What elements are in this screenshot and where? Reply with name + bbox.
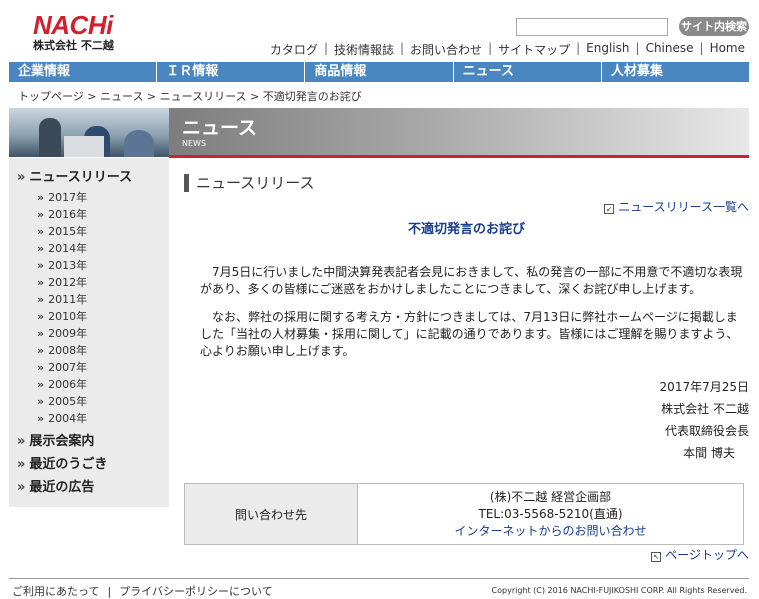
section-title: ニュースリリース bbox=[184, 174, 315, 192]
sidebar-year-2012[interactable]: » 2012年 bbox=[37, 274, 87, 290]
util-link-english[interactable]: English bbox=[580, 41, 635, 58]
double-chevron-icon: » bbox=[17, 457, 26, 472]
contact-label: 問い合わせ先 bbox=[185, 484, 358, 544]
contact-info: (株)不二越 経営企画部 TEL:03-5568-5210(直通) インターネッ… bbox=[358, 484, 743, 544]
double-chevron-icon: » bbox=[17, 480, 26, 495]
signature-name: 本間 博夫 bbox=[683, 446, 735, 460]
banner-subtitle: NEWS bbox=[182, 139, 207, 148]
arrow-box-icon: ↖ bbox=[651, 552, 662, 562]
signature-company: 株式会社 不二越 bbox=[661, 402, 749, 416]
footer-divider bbox=[9, 578, 749, 579]
sidebar-year-2006[interactable]: » 2006年 bbox=[37, 376, 87, 392]
site-search-input[interactable] bbox=[516, 18, 668, 36]
utility-nav: カタログ | 技術情報誌 | お問い合わせ | サイトマップ | English | Ch… bbox=[264, 41, 745, 58]
double-chevron-icon: » bbox=[37, 191, 45, 204]
page-top-link[interactable]: ↖ ページトップへ bbox=[651, 546, 749, 563]
article-title: 不適切発言のお詫び bbox=[407, 222, 525, 237]
util-link-contact[interactable]: お問い合わせ bbox=[404, 41, 488, 58]
news-list-link[interactable]: ↙ ニュースリリース一覧へ bbox=[604, 198, 749, 215]
gnav-ir[interactable]: ＩＲ情報 bbox=[156, 62, 304, 82]
contact-tel: TEL:03-5568-5210(直通) bbox=[478, 506, 623, 521]
gnav-recruit[interactable]: 人材募集 bbox=[600, 62, 749, 82]
double-chevron-icon: » bbox=[37, 361, 45, 374]
double-chevron-icon: » bbox=[37, 344, 45, 357]
footer-terms-link[interactable]: ご利用にあたって bbox=[12, 585, 99, 598]
banner-divider bbox=[169, 155, 749, 158]
sidebar: » ニュースリリース » 2017年 » 2016年 » 2015年 » 2014年 » 2… bbox=[9, 158, 169, 507]
sidebar-year-2005[interactable]: » 2005年 bbox=[37, 393, 87, 409]
double-chevron-icon: » bbox=[37, 310, 45, 323]
article-paragraph-2: なお、弊社の採用に関する考え方・方針につきましては、7月13日に弊社ホームページ… bbox=[200, 310, 739, 358]
double-chevron-icon: » bbox=[17, 170, 26, 185]
util-link-technical[interactable]: 技術情報誌 bbox=[328, 41, 400, 58]
gnav-products[interactable]: 商品情報 bbox=[304, 62, 452, 82]
banner-title-bar: ニュース NEWS bbox=[169, 108, 749, 155]
sidebar-year-2008[interactable]: » 2008年 bbox=[37, 342, 87, 358]
logo-text: NACHi bbox=[33, 10, 113, 40]
article-paragraph-1: 7月5日に行いました中間決算発表記者会見におきまして、私の発言の一部に不用意で不… bbox=[200, 265, 743, 296]
double-chevron-icon: » bbox=[37, 276, 45, 289]
sidebar-year-2014[interactable]: » 2014年 bbox=[37, 240, 87, 256]
sidebar-year-2016[interactable]: » 2016年 bbox=[37, 206, 87, 222]
banner-photo bbox=[9, 108, 169, 157]
sidebar-year-2007[interactable]: » 2007年 bbox=[37, 359, 87, 375]
contact-table: 問い合わせ先 (株)不二越 経営企画部 TEL:03-5568-5210(直通)… bbox=[184, 483, 744, 545]
sidebar-year-2009[interactable]: » 2009年 bbox=[37, 325, 87, 341]
global-nav: 企業情報 ＩＲ情報 商品情報 ニュース 人材募集 bbox=[9, 62, 749, 82]
double-chevron-icon: » bbox=[37, 208, 45, 221]
banner-title: ニュース bbox=[182, 117, 258, 139]
util-link-sitemap[interactable]: サイトマップ bbox=[492, 41, 576, 58]
sidebar-item-recent[interactable]: » 最近のうごき bbox=[17, 453, 107, 472]
copyright: Copyright (C) 2016 NACHI-FUJIKOSHI CORP.… bbox=[491, 586, 747, 595]
double-chevron-icon: » bbox=[37, 293, 45, 306]
double-chevron-icon: » bbox=[17, 434, 26, 449]
double-chevron-icon: » bbox=[37, 242, 45, 255]
breadcrumb[interactable]: トップページ > ニュース > ニュースリリース > 不適切発言のお詫び bbox=[18, 88, 362, 104]
nachi-logo[interactable]: NACHi 株式会社 不二越 bbox=[33, 12, 114, 53]
site-search-button[interactable]: サイト内検索 bbox=[679, 17, 749, 36]
double-chevron-icon: » bbox=[37, 412, 45, 425]
article-date: 2017年7月25日 bbox=[659, 380, 749, 394]
logo-company-name: 株式会社 不二越 bbox=[33, 39, 114, 52]
footer-privacy-link[interactable]: プライバシーポリシーについて bbox=[119, 585, 272, 598]
sidebar-item-exhibitions[interactable]: » 展示会案内 bbox=[17, 430, 94, 449]
sidebar-year-2004[interactable]: » 2004年 bbox=[37, 410, 87, 426]
footer-links: ご利用にあたって | プライバシーポリシーについて bbox=[12, 585, 273, 598]
signature-position: 代表取締役会長 bbox=[664, 424, 749, 438]
sidebar-year-2017[interactable]: » 2017年 bbox=[37, 189, 87, 205]
double-chevron-icon: » bbox=[37, 225, 45, 238]
double-chevron-icon: » bbox=[37, 395, 45, 408]
contact-internet-link[interactable]: インターネットからのお問い合わせ bbox=[454, 523, 646, 540]
sidebar-year-2011[interactable]: » 2011年 bbox=[37, 291, 87, 307]
gnav-news[interactable]: ニュース bbox=[452, 62, 601, 82]
sidebar-item-news-release[interactable]: » ニュースリリース bbox=[17, 166, 132, 185]
sidebar-item-ads[interactable]: » 最近の広告 bbox=[17, 476, 94, 495]
sidebar-year-2013[interactable]: » 2013年 bbox=[37, 257, 87, 273]
util-link-catalog[interactable]: カタログ bbox=[264, 41, 324, 58]
gnav-corporate[interactable]: 企業情報 bbox=[9, 62, 156, 82]
util-link-chinese[interactable]: Chinese bbox=[640, 41, 700, 58]
util-link-home[interactable]: Home bbox=[704, 41, 745, 58]
arrow-box-icon: ↙ bbox=[604, 204, 615, 214]
site-header: NACHi 株式会社 不二越 サイト内検索 カタログ | 技術情報誌 | お問い合わ… bbox=[0, 0, 759, 62]
contact-dept: (株)不二越 経営企画部 bbox=[489, 489, 612, 504]
double-chevron-icon: » bbox=[37, 327, 45, 340]
double-chevron-icon: » bbox=[37, 378, 45, 391]
sidebar-year-2010[interactable]: » 2010年 bbox=[37, 308, 87, 324]
sidebar-year-2015[interactable]: » 2015年 bbox=[37, 223, 87, 239]
double-chevron-icon: » bbox=[37, 259, 45, 272]
